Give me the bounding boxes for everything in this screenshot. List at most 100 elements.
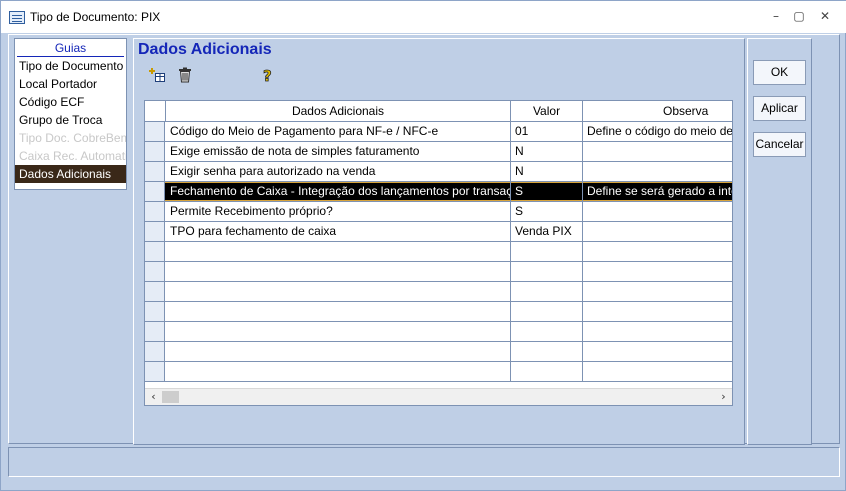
grid-header: Dados Adicionais Valor Observa	[145, 101, 732, 122]
row-indicator[interactable]	[145, 242, 165, 261]
title-bar: Tipo de Documento: PIX – ▢ ✕	[1, 1, 846, 33]
table-row[interactable]: TPO para fechamento de caixa Venda PIX	[145, 222, 732, 242]
sidebar-item-tipo-doc-cobrebem: Tipo Doc. CobreBem	[19, 131, 126, 145]
cell-valor[interactable]	[511, 362, 583, 381]
sidebar-item-tipo-documento[interactable]: Tipo de Documento	[15, 57, 126, 75]
cell-observacao[interactable]	[583, 162, 732, 181]
section-title: Dados Adicionais	[138, 41, 272, 58]
empty-row[interactable]	[145, 282, 732, 302]
cell-valor[interactable]	[511, 302, 583, 321]
cell-dado[interactable]	[166, 242, 511, 261]
dialog-window: Tipo de Documento: PIX – ▢ ✕ Guias Tipo …	[0, 0, 846, 491]
row-indicator[interactable]	[145, 282, 165, 301]
app-icon	[9, 11, 25, 24]
row-indicator[interactable]	[145, 362, 165, 381]
close-icon[interactable]: ✕	[816, 7, 834, 25]
cell-observacao[interactable]	[583, 342, 732, 361]
cell-valor[interactable]: Venda PIX	[511, 222, 583, 241]
cell-observacao[interactable]	[583, 362, 732, 381]
apply-button[interactable]: Aplicar	[753, 96, 806, 121]
cell-valor[interactable]	[511, 242, 583, 261]
minimize-icon[interactable]: –	[767, 7, 785, 25]
row-indicator[interactable]	[145, 262, 165, 281]
cell-dado[interactable]: Exige emissão de nota de simples faturam…	[166, 142, 511, 161]
cell-dado[interactable]	[166, 322, 511, 341]
row-indicator[interactable]	[145, 302, 165, 321]
tabs-sidebar: Guias Tipo de Documento Local Portador C…	[14, 38, 127, 190]
row-indicator[interactable]	[145, 342, 165, 361]
cancel-button[interactable]: Cancelar	[753, 132, 806, 157]
table-row[interactable]: Permite Recebimento próprio? S	[145, 202, 732, 222]
scroll-thumb[interactable]	[162, 391, 179, 403]
cell-valor[interactable]: S	[511, 202, 583, 221]
cell-dado[interactable]	[166, 282, 511, 301]
cell-observacao[interactable]: Define se será gerado a integr	[583, 182, 732, 201]
row-indicator[interactable]	[145, 122, 165, 141]
cell-observacao[interactable]	[583, 302, 732, 321]
help-icon[interactable]: ?	[261, 67, 277, 86]
cell-observacao[interactable]	[583, 262, 732, 281]
cell-observacao[interactable]	[583, 142, 732, 161]
cell-observacao[interactable]: Define o código do meio de pa	[583, 122, 732, 141]
empty-row[interactable]	[145, 362, 732, 382]
row-indicator[interactable]	[145, 322, 165, 341]
column-header-dados[interactable]: Dados Adicionais	[166, 101, 511, 122]
empty-row[interactable]	[145, 262, 732, 282]
cell-observacao[interactable]	[583, 202, 732, 221]
column-header-valor[interactable]: Valor	[511, 101, 583, 122]
empty-row[interactable]	[145, 322, 732, 342]
row-indicator[interactable]	[145, 202, 165, 221]
cell-observacao[interactable]	[583, 282, 732, 301]
cell-valor[interactable]	[511, 342, 583, 361]
horizontal-scrollbar[interactable]: ‹ ›	[145, 388, 732, 405]
svg-text:?: ?	[263, 67, 272, 84]
scroll-left-icon[interactable]: ‹	[145, 389, 162, 405]
sidebar-item-local-portador[interactable]: Local Portador	[15, 75, 126, 93]
sidebar-item-caixa-rec-automatic: Caixa Rec. Automatic	[19, 149, 126, 163]
cell-dado[interactable]	[166, 342, 511, 361]
dados-adicionais-grid[interactable]: Dados Adicionais Valor Observa Código do…	[144, 100, 733, 406]
row-indicator-header	[145, 101, 166, 122]
window-title: Tipo de Documento: PIX	[30, 10, 161, 24]
table-row[interactable]: Exigir senha para autorizado na venda N	[145, 162, 732, 182]
sidebar-item-codigo-ecf[interactable]: Código ECF	[15, 93, 126, 111]
cell-dado[interactable]: Fechamento de Caixa - Integração dos lan…	[166, 182, 511, 201]
maximize-icon[interactable]: ▢	[790, 7, 808, 25]
row-indicator[interactable]	[145, 222, 165, 241]
cell-dado[interactable]: Exigir senha para autorizado na venda	[166, 162, 511, 181]
empty-row[interactable]	[145, 302, 732, 322]
cell-dado[interactable]	[166, 302, 511, 321]
cell-valor[interactable]	[511, 262, 583, 281]
table-row[interactable]: Exige emissão de nota de simples faturam…	[145, 142, 732, 162]
cell-dado[interactable]	[166, 262, 511, 281]
cell-valor[interactable]: N	[511, 142, 583, 161]
cell-observacao[interactable]	[583, 322, 732, 341]
cell-valor[interactable]	[511, 282, 583, 301]
sidebar-item-grupo-troca[interactable]: Grupo de Troca	[15, 111, 126, 129]
column-header-observacao[interactable]: Observa	[583, 101, 732, 122]
empty-row[interactable]	[145, 342, 732, 362]
cell-valor[interactable]	[511, 322, 583, 341]
table-row[interactable]: Código do Meio de Pagamento para NF-e / …	[145, 122, 732, 142]
row-indicator[interactable]	[145, 162, 165, 181]
cell-dado[interactable]	[166, 362, 511, 381]
cell-valor[interactable]: S	[511, 182, 583, 201]
ok-button[interactable]: OK	[753, 60, 806, 85]
row-indicator[interactable]	[145, 142, 165, 161]
cell-observacao[interactable]	[583, 242, 732, 261]
cell-dado[interactable]: TPO para fechamento de caixa	[166, 222, 511, 241]
cell-valor[interactable]: 01	[511, 122, 583, 141]
table-row-selected[interactable]: Fechamento de Caixa - Integração dos lan…	[145, 182, 732, 202]
sidebar-header: Guias	[17, 41, 124, 57]
trash-icon[interactable]	[178, 67, 194, 83]
empty-row[interactable]	[145, 242, 732, 262]
status-bar	[8, 447, 840, 477]
cell-valor[interactable]: N	[511, 162, 583, 181]
row-indicator[interactable]	[145, 182, 165, 201]
cell-dado[interactable]: Código do Meio de Pagamento para NF-e / …	[166, 122, 511, 141]
cell-observacao[interactable]	[583, 222, 732, 241]
scroll-right-icon[interactable]: ›	[715, 389, 732, 405]
sidebar-item-dados-adicionais[interactable]: Dados Adicionais	[15, 165, 126, 183]
add-row-icon[interactable]	[148, 67, 165, 83]
cell-dado[interactable]: Permite Recebimento próprio?	[166, 202, 511, 221]
